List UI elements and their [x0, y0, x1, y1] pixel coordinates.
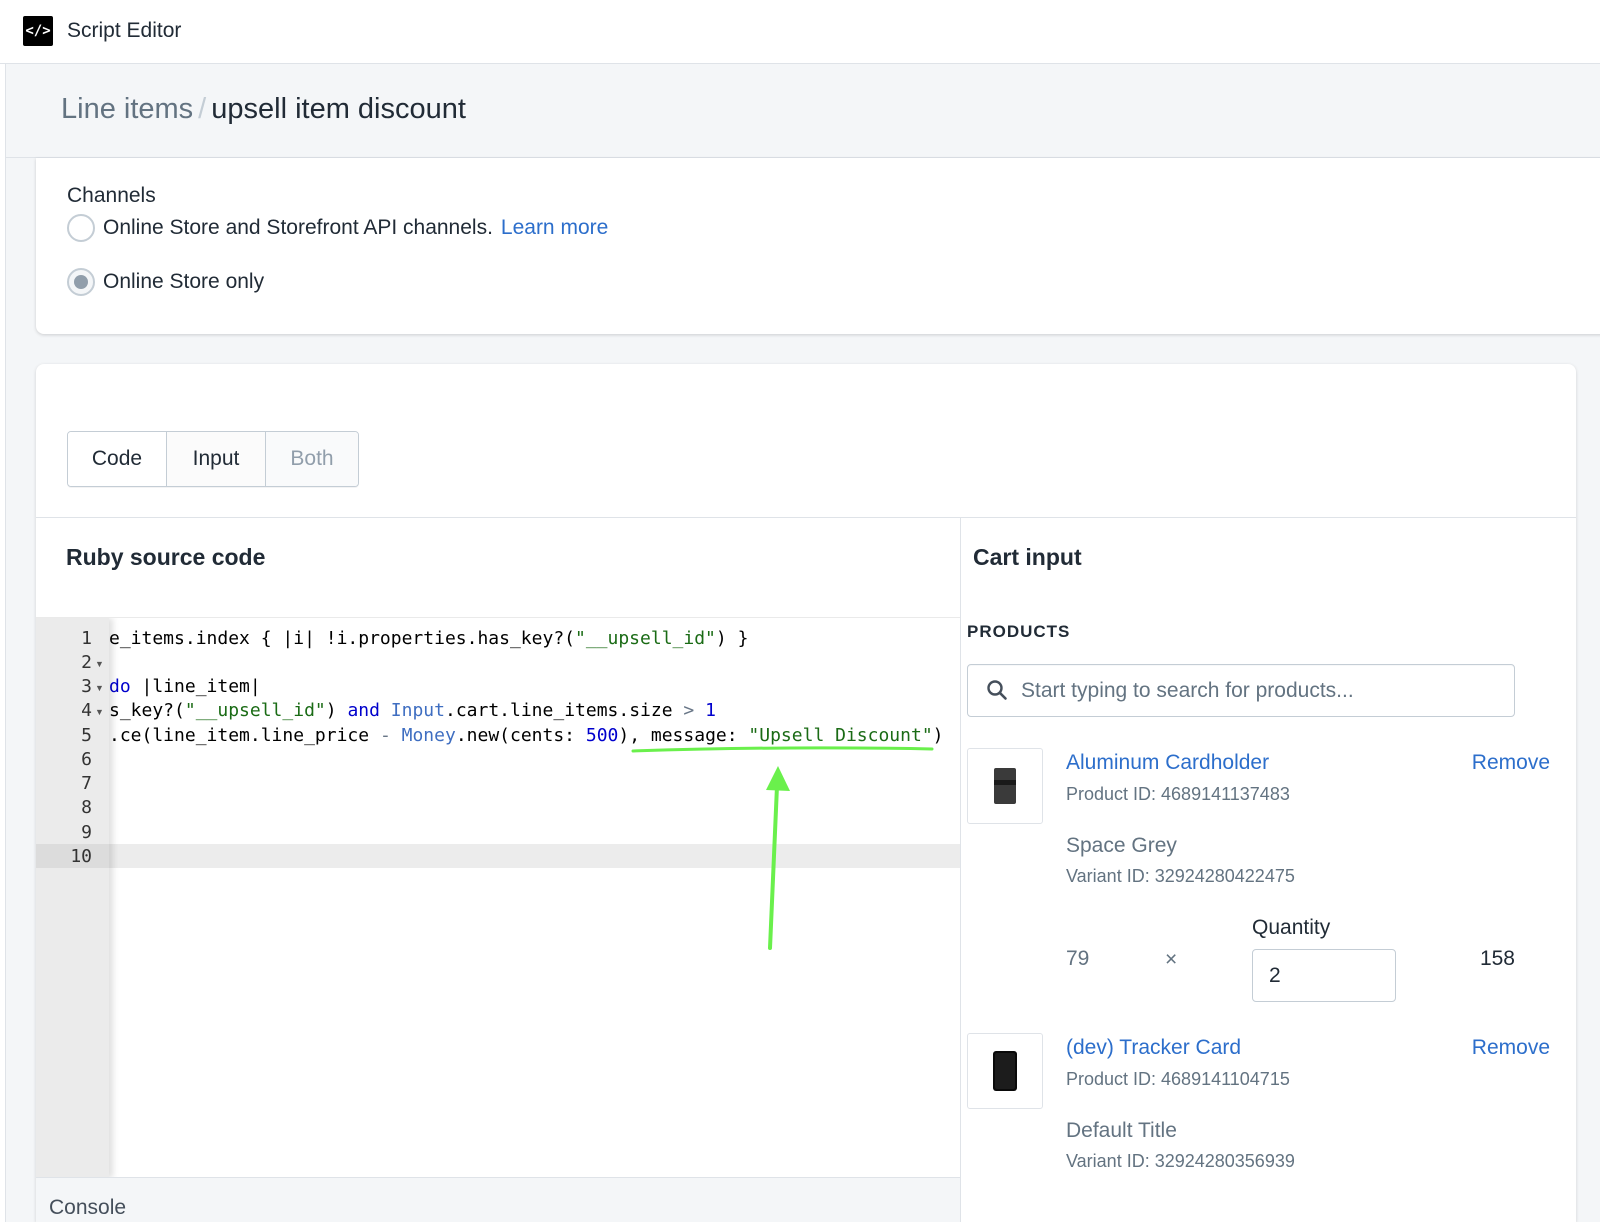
remove-product-button[interactable]: Remove [1472, 751, 1550, 775]
quantity-value: 2 [1269, 964, 1281, 987]
quantity-label: Quantity [1252, 916, 1331, 939]
multiply-sign: × [1165, 948, 1178, 971]
search-icon [987, 680, 1007, 700]
unit-price: 79 [1066, 947, 1090, 970]
console-label: Console [49, 1196, 127, 1219]
app-title: Script Editor [67, 19, 182, 42]
variant-id: Variant ID: 32924280422475 [1066, 866, 1295, 886]
annotation-arrow-head [766, 766, 790, 791]
line-total: 158 [1479, 947, 1515, 970]
view-toggle-both-button[interactable]: Both [266, 432, 358, 486]
code-brackets-icon: </> [23, 16, 53, 46]
console-panel[interactable]: Console [36, 1177, 960, 1222]
breadcrumb-separator: / [198, 93, 207, 125]
radio-button-checked[interactable] [67, 268, 95, 296]
tracker-card-image-icon [993, 1051, 1017, 1091]
annotation-arrow-shaft [768, 784, 779, 950]
remove-product-button[interactable]: Remove [1472, 1036, 1550, 1060]
top-bar: </> Script Editor [0, 0, 1600, 64]
product-id: Product ID: 4689141104715 [1066, 1069, 1290, 1089]
learn-more-link[interactable]: Learn more [501, 216, 608, 240]
channel-option-label: Online Store and Storefront API channels… [103, 216, 493, 239]
variant-title: Default Title [1066, 1119, 1177, 1142]
channels-title: Channels [67, 184, 156, 207]
product-thumbnail [967, 748, 1043, 824]
script-card: Code Input Both Ruby source code 1 2 ▼ 3… [36, 364, 1576, 1222]
radio-dot-icon [74, 275, 88, 289]
product-name-link[interactable]: (dev) Tracker Card [1066, 1036, 1241, 1060]
card-divider [36, 517, 1576, 518]
product-name-link[interactable]: Aluminum Cardholder [1066, 751, 1269, 775]
view-toggle-input-button[interactable]: Input [167, 432, 266, 486]
channel-option-online-store[interactable]: Online Store only [67, 268, 264, 296]
page-title: upsell item discount [211, 93, 466, 125]
variant-title: Space Grey [1066, 834, 1177, 857]
channel-option-label: Online Store only [103, 270, 265, 293]
code-editor[interactable]: 1 2 ▼ 3 ▼ 4 ▼ 5 6 7 8 9 10 e_items.index… [36, 617, 960, 1177]
annotation-underline [631, 746, 934, 753]
channels-card: Channels Online Store and Storefront API… [36, 158, 1600, 334]
radio-button-unchecked[interactable] [67, 214, 95, 242]
view-toggle-code-button[interactable]: Code [68, 432, 167, 486]
view-toggle: Code Input Both [67, 431, 359, 487]
products-label: PRODUCTS [967, 622, 1071, 641]
product-search-input[interactable]: Start typing to search for products... [967, 664, 1515, 717]
annotation-overlay [631, 746, 934, 950]
quantity-input[interactable]: 2 [1252, 949, 1396, 1002]
product-id: Product ID: 4689141137483 [1066, 784, 1290, 804]
column-divider [960, 517, 961, 1222]
channel-option-storefront[interactable]: Online Store and Storefront API channels… [67, 214, 608, 242]
search-placeholder: Start typing to search for products... [1021, 679, 1354, 702]
ruby-source-title: Ruby source code [66, 544, 266, 570]
variant-id: Variant ID: 32924280356939 [1066, 1151, 1295, 1171]
breadcrumb: Line items / upsell item discount [61, 93, 466, 126]
cardholder-image-icon [994, 768, 1016, 804]
page-left-edge [0, 0, 6, 1222]
breadcrumb-parent-link[interactable]: Line items [61, 93, 193, 125]
product-thumbnail [967, 1033, 1043, 1109]
cart-input-title: Cart input [973, 544, 1082, 570]
